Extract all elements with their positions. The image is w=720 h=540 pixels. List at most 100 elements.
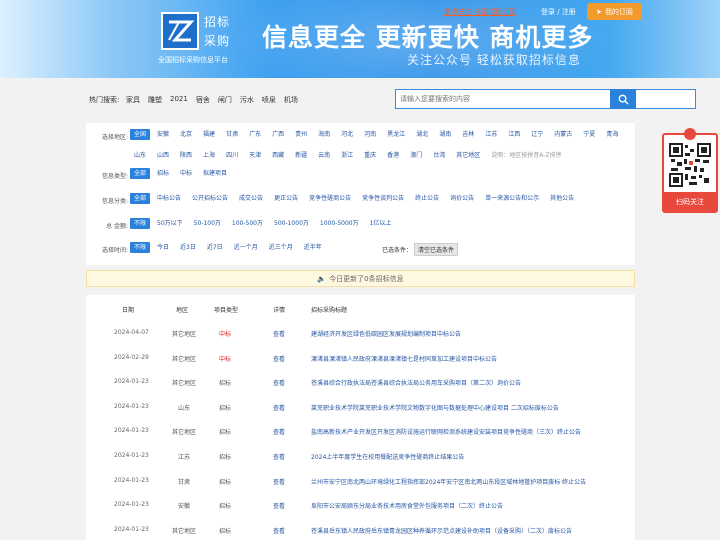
qr-card[interactable]: 扫码关注 <box>662 128 718 213</box>
filter-option[interactable]: 广东 <box>245 129 265 140</box>
table-row[interactable]: 2024-01-23 江苏 招标 查看 2024上半年度学生在校用餐配送竞争性磋商终止结… <box>86 442 635 467</box>
filter-option[interactable]: 其它地区 <box>452 150 484 161</box>
row-detail-link[interactable]: 查看 <box>273 378 285 387</box>
row-title-link[interactable]: 盐南高新技术产业开发区开发区消防设施运行联网检测系统建设安装项目竞争性磋商（三次… <box>311 427 581 436</box>
filter-option[interactable]: 山西 <box>153 150 173 161</box>
filter-option[interactable]: 竞争性谈判公告 <box>358 193 408 204</box>
clear-conditions-button[interactable]: 清空已选条件 <box>414 243 459 256</box>
filter-option[interactable]: 成交公告 <box>235 193 267 204</box>
row-title-link[interactable]: 溧渚县溧渚镇人民政府溧渚县溧渚镇七是村同草加工建设项目中标公告 <box>311 354 497 363</box>
filter-option[interactable]: 安徽 <box>153 129 173 140</box>
filter-option[interactable]: 中标公告 <box>153 193 185 204</box>
filter-option[interactable]: 重庆 <box>360 150 380 161</box>
filter-option[interactable]: 青海 <box>602 129 622 140</box>
table-row[interactable]: 2024-01-23 山东 招标 查看 莱芜职业技术学院莱芜职业技术学院文物数字化图与数… <box>86 393 635 418</box>
notice-link[interactable]: 重点关注 全国招标订阅 <box>444 7 516 17</box>
subscribe-button[interactable]: ➤ 我的订阅 <box>587 3 642 20</box>
filter-option[interactable]: 江西 <box>504 129 524 140</box>
filter-option[interactable]: 河北 <box>337 129 357 140</box>
filter-option[interactable]: 不限 <box>130 242 151 253</box>
row-title-link[interactable]: 建湖经济开发区绿色低碳园区发展规划编制项目中标公告 <box>311 329 461 338</box>
filter-option[interactable]: 广西 <box>268 129 288 140</box>
filter-option[interactable]: 其他公告 <box>546 193 578 204</box>
filter-option[interactable]: 中标 <box>176 168 196 179</box>
filter-option[interactable]: 今日 <box>153 242 173 253</box>
row-detail-link[interactable]: 查看 <box>273 452 285 461</box>
filter-option[interactable]: 近三个月 <box>265 242 297 253</box>
filter-option[interactable]: 近半年 <box>300 242 326 253</box>
search-button[interactable] <box>610 89 636 109</box>
filter-option[interactable]: 浙江 <box>337 150 357 161</box>
filter-option[interactable]: 询价公告 <box>446 193 478 204</box>
filter-option[interactable]: 全部 <box>130 168 151 179</box>
hot-search-word[interactable]: 2021 <box>170 95 188 105</box>
filter-option[interactable]: 辽宁 <box>527 129 547 140</box>
filter-option[interactable]: 吉林 <box>458 129 478 140</box>
filter-option[interactable]: 50万以下 <box>153 218 187 229</box>
row-detail-link[interactable]: 查看 <box>273 477 285 486</box>
filter-option[interactable]: 黑龙江 <box>383 129 409 140</box>
filter-option[interactable]: 海南 <box>314 129 334 140</box>
filter-option[interactable]: 近一个月 <box>230 242 262 253</box>
search-input[interactable] <box>395 89 696 109</box>
row-detail-link[interactable]: 查看 <box>273 526 285 535</box>
table-row[interactable]: 2024-02-29 其它地区 中标 查看 溧渚县溧渚镇人民政府溧渚县溧渚镇七是村同草加… <box>86 344 635 369</box>
hot-search-word[interactable]: 喷泉 <box>262 95 276 105</box>
hot-search-word[interactable]: 闸门 <box>218 95 232 105</box>
table-row[interactable]: 2024-01-23 其它地区 招标 查看 苍溪县岳东镇人民政府岳东镇青龙园区种养循环示… <box>86 515 635 540</box>
row-detail-link[interactable]: 查看 <box>273 354 285 363</box>
filter-option[interactable]: 近3日 <box>176 242 200 253</box>
filter-option[interactable]: 澳门 <box>406 150 426 161</box>
filter-option[interactable]: 香港 <box>383 150 403 161</box>
filter-option[interactable]: 湖北 <box>412 129 432 140</box>
logo-icon[interactable] <box>161 12 199 50</box>
filter-option[interactable]: 100-500万 <box>228 218 267 229</box>
filter-option[interactable]: 福建 <box>199 129 219 140</box>
login-link[interactable]: 登录 / 注册 <box>541 7 576 17</box>
filter-option[interactable]: 陕西 <box>176 150 196 161</box>
hot-search-word[interactable]: 家具 <box>126 95 140 105</box>
filter-option[interactable]: 全部 <box>130 193 151 204</box>
filter-option[interactable]: 全国 <box>130 129 151 140</box>
filter-option[interactable]: 贵州 <box>291 129 311 140</box>
filter-option[interactable]: 1000-5000万 <box>316 218 363 229</box>
row-title-link[interactable]: 苍溪县岳东镇人民政府岳东镇青龙园区种养循环示范点建设补助项目（设备采购）（二次）… <box>311 526 572 535</box>
table-row[interactable]: 2024-01-23 其它地区 招标 查看 苍溪县综合行政执法局苍溪县综合执法局公务用车… <box>86 368 635 394</box>
filter-option[interactable]: 内蒙古 <box>550 129 576 140</box>
row-detail-link[interactable]: 查看 <box>273 403 285 412</box>
row-title-link[interactable]: 2024上半年度学生在校用餐配送竞争性磋商终止结果公告 <box>311 452 464 461</box>
row-title-link[interactable]: 兰州市安宁区南北两山环境绿化工程指挥部2024年安宁区南北两山东段区域林地管护项… <box>311 477 586 486</box>
hot-search-word[interactable]: 污水 <box>240 95 254 105</box>
filter-option[interactable]: 不限 <box>130 218 151 229</box>
table-row[interactable]: 2024-01-23 安徽 招标 查看 阜阳市公安局颍东分局业务技术用房食堂外包服务项目… <box>86 491 635 516</box>
hot-search-word[interactable]: 机场 <box>284 95 298 105</box>
row-title-link[interactable]: 莱芜职业技术学院莱芜职业技术学院文物数字化图与数据处理中心建设项目 二次招标废标… <box>311 403 559 412</box>
filter-option[interactable]: 西藏 <box>268 150 288 161</box>
filter-option[interactable]: 竞争性磋商公告 <box>305 193 355 204</box>
filter-option[interactable]: 台湾 <box>429 150 449 161</box>
filter-option[interactable]: 近7日 <box>203 242 227 253</box>
row-title-link[interactable]: 苍溪县综合行政执法局苍溪县综合执法局公务用车采购项目（第二次）询价公告 <box>311 378 521 387</box>
filter-option[interactable]: 山东 <box>130 150 150 161</box>
filter-option[interactable]: 更正公告 <box>270 193 302 204</box>
filter-option[interactable]: 拟建项目 <box>199 168 231 179</box>
table-row[interactable]: 2024-01-23 其它地区 招标 查看 盐南高新技术产业开发区开发区消防设施运行联网… <box>86 417 635 443</box>
row-detail-link[interactable]: 查看 <box>273 501 285 510</box>
row-detail-link[interactable]: 查看 <box>273 329 285 338</box>
filter-option[interactable]: 公开招标公告 <box>188 193 232 204</box>
filter-option[interactable]: 500-1000万 <box>270 218 313 229</box>
filter-option[interactable]: 江苏 <box>481 129 501 140</box>
filter-option[interactable]: 终止公告 <box>411 193 443 204</box>
hot-search-word[interactable]: 雕塑 <box>148 95 162 105</box>
table-row[interactable]: 2024-04-07 其它地区 中标 查看 建湖经济开发区绿色低碳园区发展规划编制项目中… <box>86 319 635 344</box>
filter-option[interactable]: 河南 <box>360 129 380 140</box>
filter-option[interactable]: 天津 <box>245 150 265 161</box>
filter-option[interactable]: 湖南 <box>435 129 455 140</box>
row-title-link[interactable]: 阜阳市公安局颍东分局业务技术用房食堂外包服务项目（二次）终止公告 <box>311 501 503 510</box>
table-row[interactable]: 2024-01-23 甘肃 招标 查看 兰州市安宁区南北两山环境绿化工程指挥部2024年… <box>86 466 635 492</box>
filter-option[interactable]: 新疆 <box>291 150 311 161</box>
filter-option[interactable]: 甘肃 <box>222 129 242 140</box>
filter-option[interactable]: 四川 <box>222 150 242 161</box>
filter-option[interactable]: 招标 <box>153 168 173 179</box>
filter-option[interactable]: 云南 <box>314 150 334 161</box>
